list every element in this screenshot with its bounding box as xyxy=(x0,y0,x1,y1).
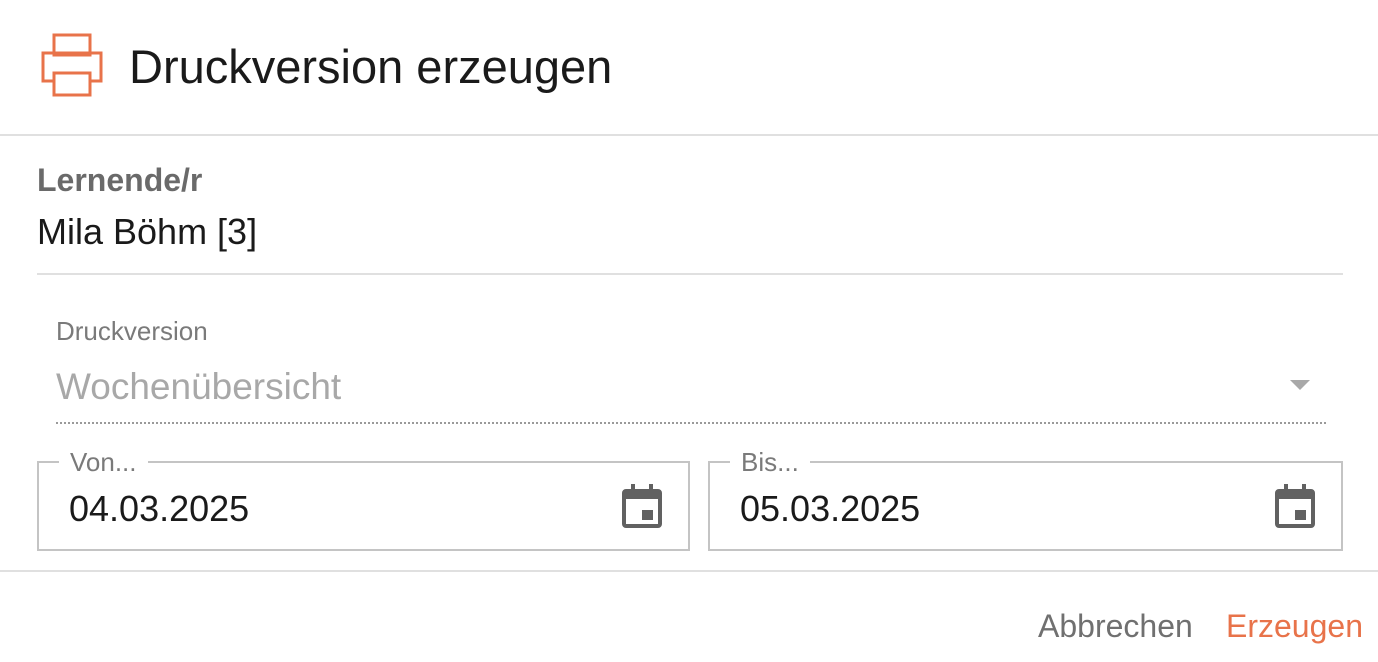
print-dialog: Druckversion erzeugen Lernende/r Mila Bö… xyxy=(0,0,1378,662)
printer-icon xyxy=(41,33,103,97)
calendar-icon[interactable] xyxy=(622,484,662,528)
date-to-field[interactable]: Bis... 05.03.2025 xyxy=(708,447,1343,551)
chevron-down-icon xyxy=(1290,380,1310,390)
date-from-value: 04.03.2025 xyxy=(69,488,250,529)
calendar-icon[interactable] xyxy=(1275,484,1315,528)
create-button[interactable]: Erzeugen xyxy=(1226,605,1363,647)
dialog-header: Druckversion erzeugen xyxy=(0,0,1378,136)
cancel-button[interactable]: Abbrechen xyxy=(1038,605,1193,647)
learner-value: Mila Böhm [3] xyxy=(37,211,258,252)
print-version-select[interactable]: Wochenübersicht xyxy=(56,358,1326,424)
print-version-label: Druckversion xyxy=(56,316,208,346)
dialog-title: Druckversion erzeugen xyxy=(129,40,613,93)
section-divider xyxy=(37,273,1343,275)
footer-divider xyxy=(0,570,1378,572)
date-to-label: Bis... xyxy=(730,447,810,477)
date-from-field[interactable]: Von... 04.03.2025 xyxy=(37,447,690,551)
date-from-label: Von... xyxy=(59,447,148,477)
learner-label: Lernende/r xyxy=(37,162,203,198)
date-to-value: 05.03.2025 xyxy=(740,488,921,529)
print-version-value: Wochenübersicht xyxy=(56,366,342,407)
